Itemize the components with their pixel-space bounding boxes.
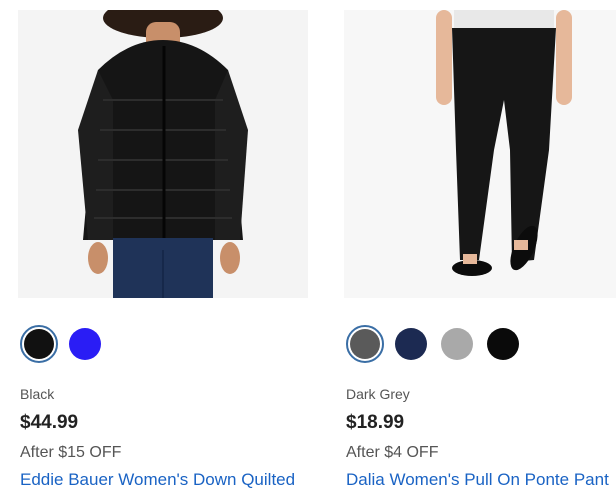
product-title-link[interactable]: Dalia Women's Pull On Ponte Pant [346,470,616,490]
color-swatches [20,325,104,363]
discount-text: After $4 OFF [346,444,439,461]
swatch-light-grey[interactable] [438,325,476,363]
color-swatches [346,325,522,363]
product-card-pant[interactable]: Dark Grey $18.99 After $4 OFF Dalia Wome… [326,0,616,497]
swatch-dark-grey-dot [350,329,380,359]
selected-color-name: Black [20,386,55,402]
discount-text: After $15 OFF [20,444,122,461]
swatch-black-dot [487,328,519,360]
swatch-blue[interactable] [66,325,104,363]
swatch-blue-dot [69,328,101,360]
swatch-navy[interactable] [392,325,430,363]
swatch-navy-dot [395,328,427,360]
product-title-link[interactable]: Eddie Bauer Women's Down Quilted [20,470,295,490]
product-price: $44.99 [20,412,79,433]
selected-color-name: Dark Grey [346,386,410,402]
product-image-pant[interactable] [344,10,616,298]
swatch-light-grey-dot [441,328,473,360]
product-card-jacket[interactable]: Black $44.99 After $15 OFF Eddie Bauer W… [0,0,308,497]
swatch-dark-grey[interactable] [346,325,384,363]
swatch-black[interactable] [20,325,58,363]
product-price: $18.99 [346,412,405,433]
swatch-black-dot [24,329,54,359]
product-image-jacket[interactable] [18,10,308,298]
swatch-black[interactable] [484,325,522,363]
